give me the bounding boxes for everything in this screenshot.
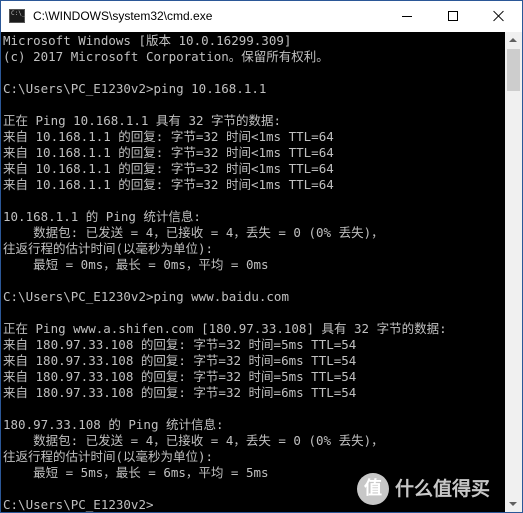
console-line: 来自 180.97.33.108 的回复: 字节=32 时间=5ms TTL=5… — [3, 369, 357, 384]
title-bar[interactable]: C:\_ C:\WINDOWS\system32\cmd.exe — [1, 1, 522, 32]
console-line: 180.97.33.108 的 Ping 统计信息: — [3, 417, 224, 432]
close-icon — [493, 10, 505, 22]
console-line: 正在 Ping 10.168.1.1 具有 32 字节的数据: — [3, 113, 282, 128]
console-line: Microsoft Windows [版本 10.0.16299.309] — [3, 33, 292, 48]
console-line: C:\Users\PC_E1230v2> — [3, 497, 154, 512]
cmd-window: C:\_ C:\WINDOWS\system32\cmd.exe Microso… — [0, 0, 523, 513]
cmd-icon-text: C:\_ — [11, 10, 26, 17]
arrow-up-icon — [509, 38, 517, 42]
close-button[interactable] — [476, 1, 522, 32]
console-line: 数据包: 已发送 = 4，已接收 = 4，丢失 = 0 (0% 丢失)， — [3, 225, 384, 240]
console-line: C:\Users\PC_E1230v2>ping www.baidu.com — [3, 289, 289, 304]
console-line: 最短 = 5ms，最长 = 6ms，平均 = 5ms — [3, 465, 269, 480]
console-line: 正在 Ping www.a.shifen.com [180.97.33.108]… — [3, 321, 447, 336]
console-line: 来自 10.168.1.1 的回复: 字节=32 时间<1ms TTL=64 — [3, 161, 334, 176]
console-line: (c) 2017 Microsoft Corporation。保留所有权利。 — [3, 49, 329, 64]
window-title: C:\WINDOWS\system32\cmd.exe — [33, 9, 213, 23]
cmd-icon[interactable]: C:\_ — [9, 9, 25, 23]
watermark-badge: 值 — [364, 478, 382, 499]
vertical-scrollbar[interactable] — [505, 32, 522, 512]
smzdm-logo-icon: 值 — [357, 473, 389, 505]
console-line: 10.168.1.1 的 Ping 统计信息: — [3, 209, 201, 224]
watermark: 值 什么值得买 — [357, 471, 517, 507]
console-line: 来自 10.168.1.1 的回复: 字节=32 时间<1ms TTL=64 — [3, 129, 334, 144]
scrollbar-thumb[interactable] — [507, 49, 520, 91]
watermark-text: 什么值得买 — [395, 478, 491, 500]
minimize-button[interactable] — [384, 1, 430, 32]
maximize-button[interactable] — [430, 1, 476, 32]
console-line: 来自 180.97.33.108 的回复: 字节=32 时间=6ms TTL=5… — [3, 385, 357, 400]
console-line: 来自 180.97.33.108 的回复: 字节=32 时间=5ms TTL=5… — [3, 337, 357, 352]
console-line: 往返行程的估计时间(以毫秒为单位): — [3, 241, 214, 256]
console-line: 数据包: 已发送 = 4，已接收 = 4，丢失 = 0 (0% 丢失)， — [3, 433, 384, 448]
maximize-icon — [448, 11, 458, 21]
console-line: C:\Users\PC_E1230v2>ping 10.168.1.1 — [3, 81, 267, 96]
console-line: 来自 180.97.33.108 的回复: 字节=32 时间=6ms TTL=5… — [3, 353, 357, 368]
console-line: 往返行程的估计时间(以毫秒为单位): — [3, 449, 214, 464]
console-line: 来自 10.168.1.1 的回复: 字节=32 时间<1ms TTL=64 — [3, 177, 334, 192]
minimize-icon — [402, 16, 412, 17]
console-output[interactable]: Microsoft Windows [版本 10.0.16299.309] (c)… — [1, 32, 505, 512]
console-line: 最短 = 0ms，最长 = 0ms，平均 = 0ms — [3, 257, 269, 272]
scroll-up-button[interactable] — [505, 32, 522, 49]
console-line: 来自 10.168.1.1 的回复: 字节=32 时间<1ms TTL=64 — [3, 145, 334, 160]
